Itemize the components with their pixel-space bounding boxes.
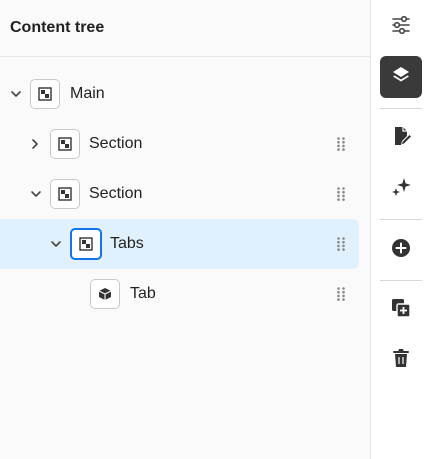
delete-trash-icon	[390, 347, 412, 374]
drag-handle-icon[interactable]	[335, 235, 347, 253]
panel-header: Content tree	[0, 0, 370, 57]
delete-button[interactable]	[380, 339, 422, 381]
properties-sliders-icon	[390, 14, 412, 41]
tree-item-label: Section	[89, 135, 143, 152]
duplicate-icon	[390, 297, 412, 324]
edit-button[interactable]	[380, 117, 422, 159]
tree-item-label: Main	[70, 85, 105, 102]
rail-divider	[380, 108, 422, 109]
tree-item-section[interactable]: Section	[0, 169, 359, 219]
tree-item-label: Tabs	[110, 235, 144, 252]
sparkles-icon	[390, 175, 412, 202]
properties-button[interactable]	[380, 6, 422, 48]
component-cube-icon	[90, 279, 120, 309]
layers-icon	[390, 64, 412, 91]
drag-handle-icon[interactable]	[335, 185, 347, 203]
drag-handle-icon[interactable]	[335, 285, 347, 303]
duplicate-button[interactable]	[380, 289, 422, 331]
tree-item-section[interactable]: Section	[0, 119, 359, 169]
add-button[interactable]	[380, 229, 422, 271]
container-icon	[30, 79, 60, 109]
tree-item-tab[interactable]: Tab	[0, 269, 359, 319]
chevron-down-icon[interactable]	[49, 237, 63, 251]
content-tree-button[interactable]	[380, 56, 422, 98]
container-icon	[50, 179, 80, 209]
content-tree-panel: Content tree Main Section Section Tabs T…	[0, 0, 370, 459]
chevron-down-icon[interactable]	[9, 87, 23, 101]
tree-item-main[interactable]: Main	[0, 69, 359, 119]
tree-item-label: Section	[89, 185, 143, 202]
add-circle-icon	[390, 237, 412, 264]
tree-item-tabs[interactable]: Tabs	[0, 219, 359, 269]
rail-divider	[380, 280, 422, 281]
container-icon	[70, 228, 102, 260]
edit-document-icon	[390, 125, 412, 152]
action-rail	[370, 0, 439, 459]
container-icon	[50, 129, 80, 159]
ai-assist-button[interactable]	[380, 167, 422, 209]
chevron-right-icon[interactable]	[28, 137, 42, 151]
drag-handle-icon[interactable]	[335, 135, 347, 153]
panel-title: Content tree	[10, 19, 105, 36]
rail-divider	[380, 219, 422, 220]
chevron-down-icon[interactable]	[29, 187, 43, 201]
tree-item-label: Tab	[130, 285, 156, 302]
